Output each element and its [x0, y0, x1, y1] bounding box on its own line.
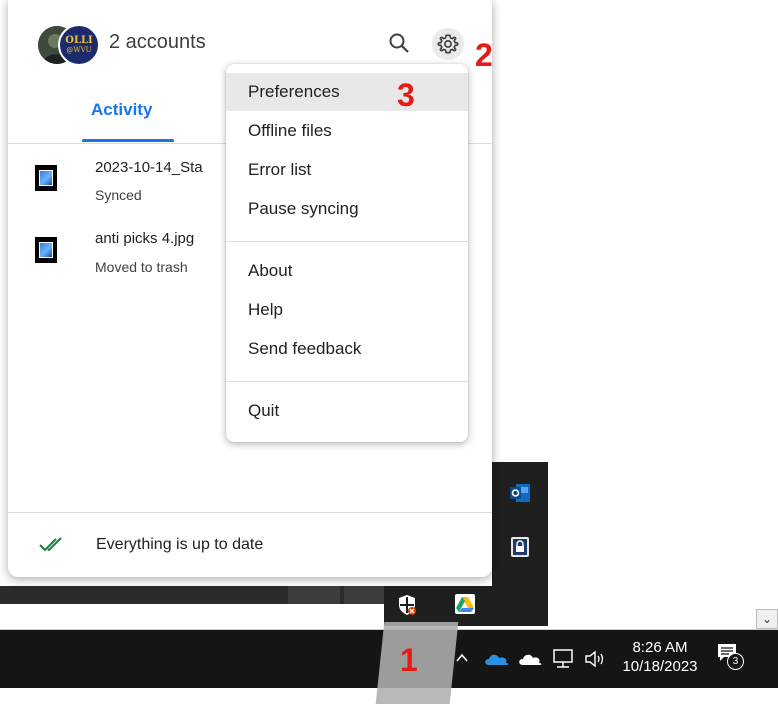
- chevron-down-icon[interactable]: ⌄: [756, 609, 778, 629]
- file-name: anti picks 4.jpg: [95, 230, 195, 247]
- file-status: Moved to trash: [95, 259, 188, 275]
- network-icon[interactable]: [551, 648, 575, 670]
- avatar[interactable]: OLLI @WVU: [38, 24, 100, 66]
- image-file-icon: [35, 165, 57, 191]
- tab-activity[interactable]: Activity: [91, 100, 152, 120]
- menu-item-error-list[interactable]: Error list: [226, 151, 468, 189]
- chevron-up-icon[interactable]: [455, 652, 469, 664]
- volume-icon[interactable]: [583, 648, 607, 670]
- step-1-label: 1: [400, 642, 418, 678]
- active-tab-indicator: [82, 139, 174, 142]
- menu-item-help[interactable]: Help: [226, 291, 468, 329]
- settings-menu: Preferences Offline files Error list Pau…: [226, 64, 468, 442]
- gear-icon: [437, 34, 459, 54]
- onedrive-personal-icon[interactable]: [517, 651, 543, 667]
- onedrive-icon[interactable]: [483, 651, 511, 667]
- taskbar-window-thumbnail[interactable]: [288, 586, 340, 604]
- google-drive-icon[interactable]: [455, 594, 475, 614]
- notification-count-badge: 3: [727, 653, 744, 670]
- olli-logo: OLLI @WVU: [58, 24, 100, 66]
- menu-item-offline-files[interactable]: Offline files: [226, 112, 468, 150]
- menu-item-preferences[interactable]: Preferences: [226, 73, 468, 111]
- sync-status-text: Everything is up to date: [96, 536, 264, 553]
- menu-item-send-feedback[interactable]: Send feedback: [226, 330, 468, 368]
- menu-divider: [226, 381, 468, 382]
- step-3-label: 3: [397, 77, 415, 113]
- file-status: Synced: [95, 187, 142, 203]
- menu-item-quit[interactable]: Quit: [226, 392, 468, 430]
- accounts-label[interactable]: 2 accounts: [109, 31, 206, 54]
- search-icon[interactable]: [388, 32, 410, 54]
- taskbar-clock[interactable]: 8:26 AM 10/18/2023: [614, 638, 706, 676]
- clock-date: 10/18/2023: [622, 658, 698, 675]
- windows-security-icon[interactable]: [397, 594, 417, 616]
- outlook-icon[interactable]: [509, 482, 531, 504]
- settings-button[interactable]: [432, 28, 464, 60]
- file-name: 2023-10-14_Sta: [95, 159, 203, 176]
- taskbar-window-thumbnail[interactable]: [344, 586, 384, 604]
- double-check-icon: [39, 537, 62, 552]
- menu-item-about[interactable]: About: [226, 252, 468, 290]
- lock-icon[interactable]: [510, 536, 530, 558]
- step-2-label: 2: [475, 37, 493, 73]
- footer-divider: [8, 512, 492, 513]
- clock-time: 8:26 AM: [632, 639, 688, 656]
- menu-divider: [226, 241, 468, 242]
- notification-center-button[interactable]: 3: [716, 642, 744, 670]
- menu-item-pause-syncing[interactable]: Pause syncing: [226, 190, 468, 228]
- image-file-icon: [35, 237, 57, 263]
